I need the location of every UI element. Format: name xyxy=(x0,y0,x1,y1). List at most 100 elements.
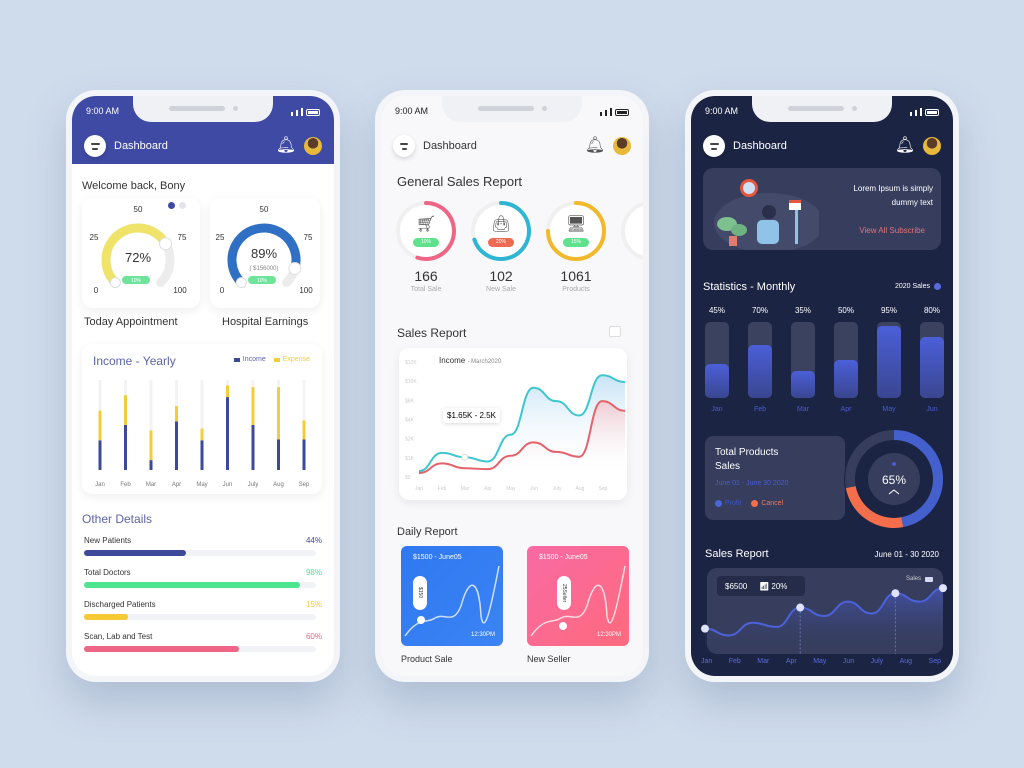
signal-battery-icon xyxy=(910,106,939,116)
avatar[interactable] xyxy=(923,137,941,155)
notch xyxy=(442,96,582,122)
kpi-item[interactable]: 👤︎ 2 Visi xyxy=(618,198,643,298)
carousel-dot-active[interactable] xyxy=(168,202,175,209)
y-tick-label: $10K xyxy=(405,379,417,385)
bag-icon: 👜︎ xyxy=(490,216,512,233)
daily-card[interactable]: $1500 - June05 25Seller 12:30PM xyxy=(527,546,629,646)
gauge-card-earnings[interactable]: 89% ( $156000) 0 25 50 75 100 10% xyxy=(210,198,320,308)
kpi-label: Total Sale xyxy=(410,286,442,293)
kpi-badge: 20% xyxy=(488,238,514,247)
x-tick-label: May xyxy=(813,658,827,665)
avatar[interactable] xyxy=(613,137,631,155)
chart-tooltip: $1.65K - 2.5K xyxy=(443,408,500,423)
progress-value: 15% xyxy=(305,600,322,609)
sales-amount: $6500 xyxy=(725,581,748,591)
progress-row: Scan, Lab and Test 60% xyxy=(82,632,322,664)
income-bar-chart: Jan Feb Mar Apr May Jun July Aug Sep xyxy=(95,380,310,488)
bell-icon[interactable]: 🔔︎ xyxy=(895,138,915,154)
x-tick-label: Jan xyxy=(95,482,105,488)
gauge-start-knob xyxy=(235,277,247,289)
phone-dark-dashboard: 9:00 AM Dashboard 🔔︎ Lorem Ipsum is simp… xyxy=(685,90,959,682)
kpi-label: Products xyxy=(562,286,590,293)
stat-month: Apr xyxy=(840,406,852,413)
bar-expense xyxy=(251,387,255,425)
avatar[interactable] xyxy=(304,137,322,155)
bell-icon[interactable]: 🔔︎ xyxy=(276,138,296,154)
gauge-badge-text: 10% xyxy=(131,278,142,284)
bar-income xyxy=(200,440,204,470)
dark-sales-x-axis: Jan Feb Mar Apr May Jun July Aug Sep xyxy=(701,658,941,665)
x-tick-label: May xyxy=(506,486,516,492)
bar-income xyxy=(98,440,102,470)
gauge-appointment: 72% 0 25 50 75 100 10% xyxy=(90,205,188,295)
daily-label: New Seller xyxy=(527,654,571,664)
progress-label: Discharged Patients xyxy=(84,600,156,609)
sales-line-chart: $12K $10K $8K $4K $2K $1K $0 Jan Feb Mar Apr May Jun… xyxy=(405,360,626,492)
stat-bar-fill xyxy=(748,344,772,398)
x-tick-label: Jun xyxy=(842,658,855,665)
welcome-text: Welcome back, Bony xyxy=(82,180,186,192)
progress-value: 98% xyxy=(305,568,322,577)
daily-time: 12:30PM xyxy=(596,632,621,638)
kpi-value: 2 xyxy=(618,268,643,284)
bar-income xyxy=(302,439,306,470)
stat-month: Feb xyxy=(753,406,767,413)
gauge-card-appointment[interactable]: 72% 0 25 50 75 100 10% xyxy=(82,198,200,308)
subscribe-banner: Lorem Ipsum is simply dummy text View Al… xyxy=(703,168,941,250)
stat-bar xyxy=(748,322,772,398)
bar-expense xyxy=(175,406,178,422)
progress-row: Discharged Patients 15% xyxy=(82,600,322,632)
progress-track xyxy=(84,646,316,652)
progress-row: New Patients 44% xyxy=(82,536,322,568)
stat-value: 95% xyxy=(880,306,897,315)
bar-expense xyxy=(149,430,153,461)
stat-bar-fill xyxy=(920,337,944,398)
gauge-earnings: 89% ( $156000) 0 25 50 75 100 10% xyxy=(216,205,314,295)
kpi-item[interactable]: 🛒︎ 10% 166 Total Sale xyxy=(393,198,463,298)
view-all-subscribe-link[interactable]: View All Subscribe xyxy=(859,226,925,235)
stats-legend: 2020 Sales xyxy=(895,283,941,290)
kpi-item[interactable]: 👜︎ 20% 102 New Sale xyxy=(468,198,538,298)
sales-report-title: Sales Report xyxy=(397,326,467,340)
status-time: 9:00 AM xyxy=(86,106,120,116)
general-sales-title: General Sales Report xyxy=(397,174,523,189)
menu-button[interactable] xyxy=(393,135,415,157)
progress-track xyxy=(84,582,316,588)
stat-bar xyxy=(705,322,729,398)
daily-report-title: Daily Report xyxy=(397,526,458,538)
kpi-value: 1061 xyxy=(560,268,592,284)
x-tick-label: July xyxy=(870,658,884,665)
menu-button[interactable] xyxy=(84,135,106,157)
dark-sales-card: $6500 📶︎ 20% Sales xyxy=(701,568,947,654)
stat-bar-fill xyxy=(834,360,858,398)
kpi-item[interactable]: 🖥︎ 15% 1061 Products xyxy=(543,198,613,298)
legend-cancel: Cancel xyxy=(751,500,783,507)
gauge-tick: 50 xyxy=(260,205,269,214)
stat-month: Mar xyxy=(796,406,810,413)
donut-dot xyxy=(892,462,896,466)
bar-expense xyxy=(277,387,280,440)
menu-button[interactable] xyxy=(703,135,725,157)
x-tick-label: Jun xyxy=(530,486,538,492)
sparkline-path xyxy=(530,565,626,637)
progress-row: Total Doctors 98% xyxy=(82,568,322,600)
sales-growth: 20% xyxy=(771,581,788,591)
bar-expense xyxy=(226,385,229,398)
signal-battery-icon xyxy=(600,106,629,116)
x-tick-label: Mar xyxy=(757,658,770,665)
other-details-list: New Patients 44% Total Doctors 98% Discharge… xyxy=(82,536,322,664)
carousel-dot[interactable] xyxy=(179,202,186,209)
gauge-badge-text: 10% xyxy=(257,278,268,284)
notch xyxy=(133,96,273,122)
stat-value: 70% xyxy=(751,306,768,315)
cart-icon: 🛒︎ xyxy=(415,216,437,233)
daily-card[interactable]: $1500 - June05 $150 12:30PM xyxy=(401,546,503,646)
calendar-icon[interactable] xyxy=(609,326,621,337)
signal-battery-icon xyxy=(291,106,320,116)
bar-income xyxy=(175,421,178,470)
y-tick-label: $8K xyxy=(405,398,415,404)
bell-icon[interactable]: 🔔︎ xyxy=(585,138,605,154)
progress-track xyxy=(84,614,316,620)
header-title: Dashboard xyxy=(423,140,477,152)
gauge-value: 72% xyxy=(125,250,151,265)
